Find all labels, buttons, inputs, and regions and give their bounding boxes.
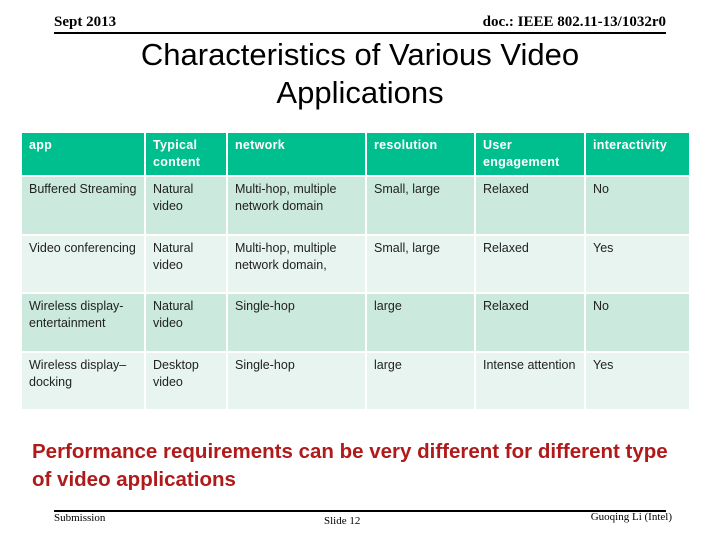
cell-app: Buffered Streaming — [22, 177, 146, 236]
header-rule — [54, 32, 666, 34]
cell-user-engagement: Relaxed — [476, 294, 586, 353]
cell-interactivity: No — [586, 294, 689, 353]
cell-network: Multi-hop, multiple network domain — [228, 177, 367, 236]
cell-resolution: large — [367, 294, 476, 353]
cell-app: Wireless display–docking — [22, 353, 146, 411]
footer-author: Guoqing Li (Intel) — [590, 511, 672, 523]
cell-interactivity: Yes — [586, 353, 689, 411]
cell-app: Wireless display-entertainment — [22, 294, 146, 353]
cell-typical-content: Natural video — [146, 236, 228, 294]
column-header-resolution: resolution — [367, 133, 476, 177]
column-header-app: app — [22, 133, 146, 177]
table-row: Video conferencing Natural video Multi-h… — [22, 236, 689, 294]
cell-typical-content: Natural video — [146, 177, 228, 236]
column-header-typical-content: Typical content — [146, 133, 228, 177]
table-row: Wireless display–docking Desktop video S… — [22, 353, 689, 411]
performance-callout: Performance requirements can be very dif… — [32, 440, 668, 491]
cell-typical-content: Desktop video — [146, 353, 228, 411]
cell-user-engagement: Relaxed — [476, 177, 586, 236]
table-row: Buffered Streaming Natural video Multi-h… — [22, 177, 689, 236]
column-header-user-engagement: User engagement — [476, 133, 586, 177]
table-header-row: app Typical content network resolution U… — [22, 133, 689, 177]
cell-resolution: Small, large — [367, 177, 476, 236]
header-date: Sept 2013 — [54, 14, 117, 30]
cell-network: Single-hop — [228, 294, 367, 353]
cell-resolution: large — [367, 353, 476, 411]
footer-slide-number: Slide 12 — [324, 515, 361, 527]
column-header-network: network — [228, 133, 367, 177]
cell-user-engagement: Relaxed — [476, 236, 586, 294]
header-doc-id: doc.: IEEE 802.11-13/1032r0 — [482, 14, 666, 30]
cell-resolution: Small, large — [367, 236, 476, 294]
slide-title: Characteristics of Various Video Applica… — [140, 37, 580, 110]
table-row: Wireless display-entertainment Natural v… — [22, 294, 689, 353]
cell-interactivity: No — [586, 177, 689, 236]
cell-interactivity: Yes — [586, 236, 689, 294]
footer-rule — [54, 510, 666, 512]
cell-network: Single-hop — [228, 353, 367, 411]
cell-app: Video conferencing — [22, 236, 146, 294]
cell-typical-content: Natural video — [146, 294, 228, 353]
footer-submission: Submission — [54, 512, 106, 524]
cell-user-engagement: Intense attention — [476, 353, 586, 411]
video-applications-table: app Typical content network resolution U… — [22, 133, 689, 411]
column-header-interactivity: interactivity — [586, 133, 689, 177]
cell-network: Multi-hop, multiple network domain, — [228, 236, 367, 294]
